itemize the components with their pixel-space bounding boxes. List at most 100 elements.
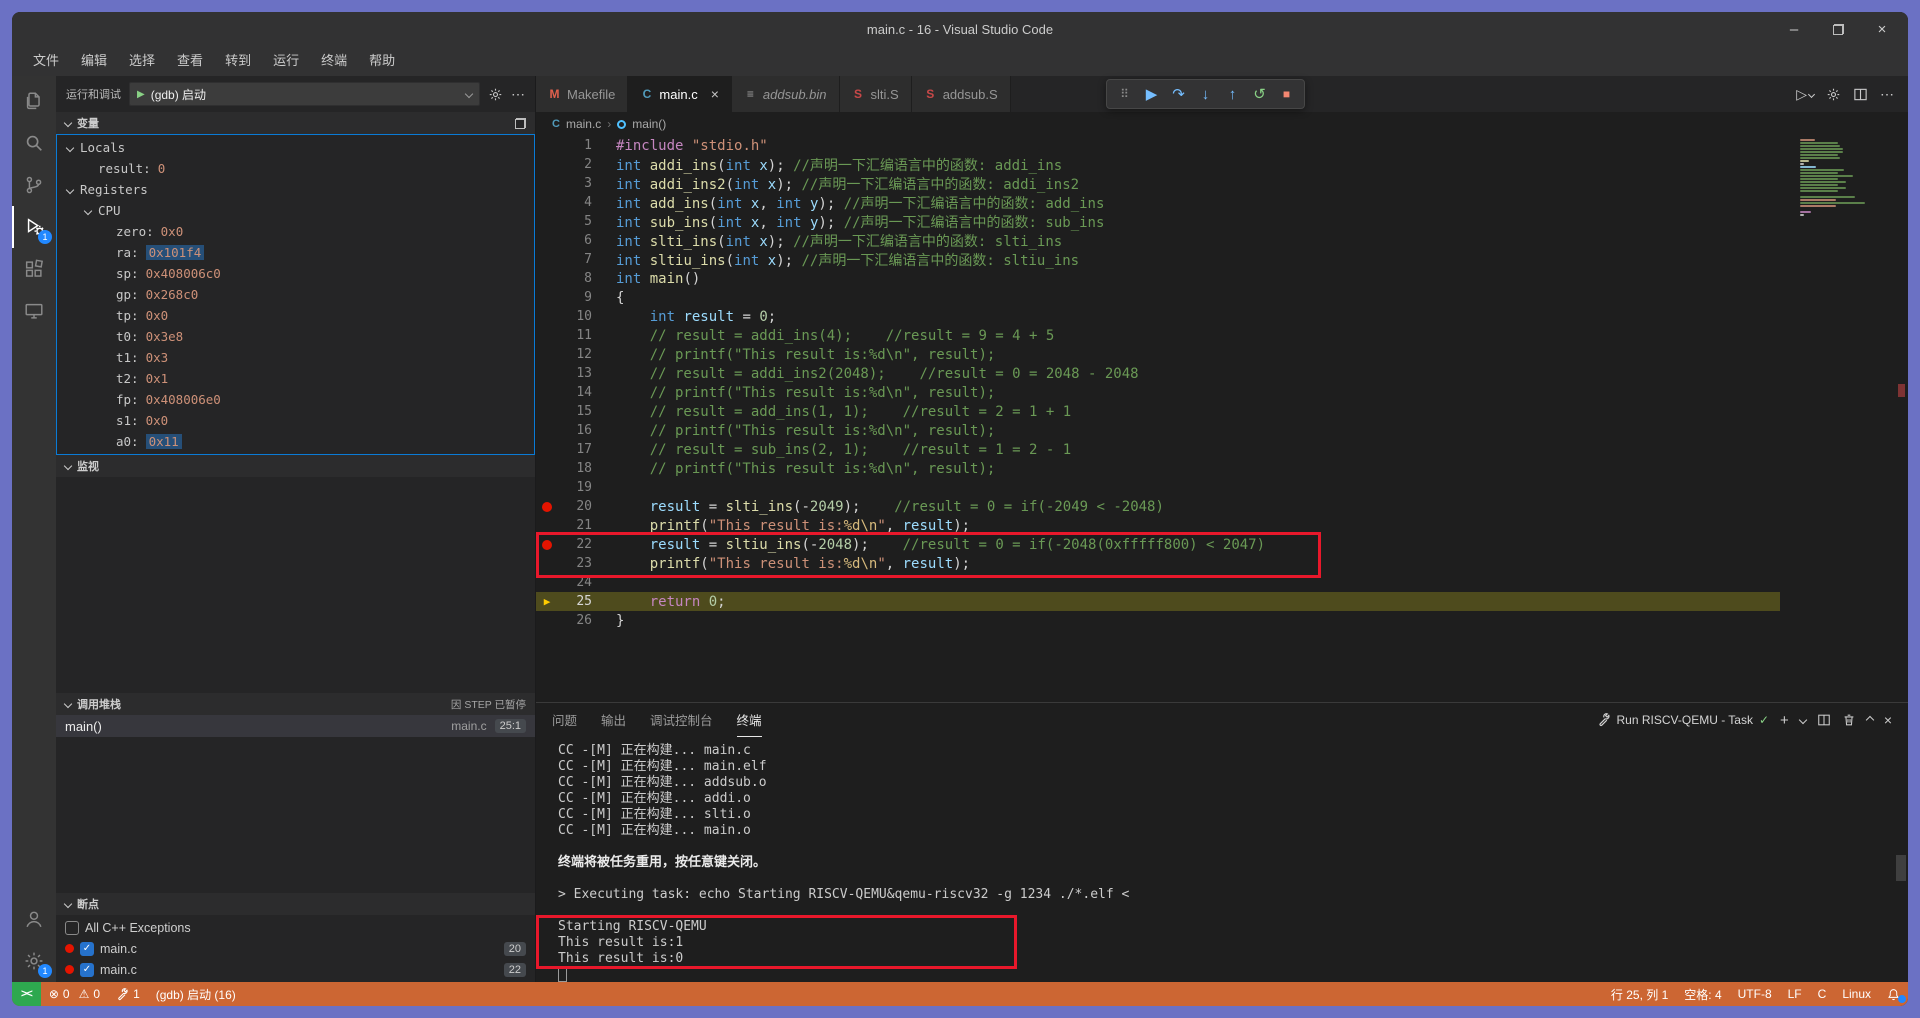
editor-tab-addsub.bin[interactable]: ≡addsub.bin (732, 76, 840, 112)
extensions-icon[interactable] (12, 248, 56, 290)
terminal-line: 终端将被任务重用，按任意键关闭。 (558, 855, 1908, 871)
code-editor[interactable]: 1#include "stdio.h"2int addi_ins(int x);… (536, 136, 1908, 702)
status-notifications[interactable] (1879, 982, 1908, 1006)
editor-breakpoint-icon[interactable] (542, 502, 552, 512)
editor-tab-addsub.S[interactable]: Saddsub.S (912, 76, 1011, 112)
new-terminal-icon[interactable]: + (1780, 712, 1789, 729)
breakpoint-row[interactable]: ✓main.c22 (56, 959, 535, 980)
variable-row[interactable]: ra:0x101f4 (57, 242, 534, 263)
breakpoints-section-header[interactable]: 断点 (56, 893, 535, 915)
variable-row[interactable]: Locals (57, 137, 534, 158)
split-terminal-icon[interactable] (1817, 713, 1831, 727)
variable-row[interactable]: zero:0x0 (57, 221, 534, 242)
breakpoint-row[interactable]: ✓main.c20 (56, 938, 535, 959)
step-over-icon[interactable]: ↷ (1166, 81, 1191, 107)
split-editor-icon[interactable] (1853, 87, 1868, 102)
restart-icon[interactable]: ↺ (1247, 81, 1272, 107)
panel-tab-问题[interactable]: 问题 (552, 703, 577, 737)
menu-item-3[interactable]: 查看 (166, 46, 214, 76)
menu-item-1[interactable]: 编辑 (70, 46, 118, 76)
menu-item-6[interactable]: 终端 (310, 46, 358, 76)
breakpoint-checkbox[interactable] (65, 921, 79, 935)
menu-item-7[interactable]: 帮助 (358, 46, 406, 76)
settings-gear-icon[interactable]: 1 (12, 940, 56, 982)
run-and-debug-icon[interactable]: 1 (12, 206, 56, 248)
variable-row[interactable]: gp:0x268c0 (57, 284, 534, 305)
status-os[interactable]: Linux (1834, 982, 1879, 1006)
editor-tab-slti.S[interactable]: Sslti.S (840, 76, 912, 112)
variable-row[interactable]: s1:0x0 (57, 410, 534, 431)
search-icon[interactable] (12, 122, 56, 164)
variables-views-icon[interactable] (515, 118, 526, 129)
launch-config-dropdown[interactable]: ▶ (gdb) 启动 (129, 82, 480, 106)
variable-row[interactable]: sp:0x408006c0 (57, 263, 534, 284)
remote-explorer-icon[interactable] (12, 290, 56, 332)
restore-button[interactable] (1816, 12, 1860, 46)
status-debug-session[interactable]: (gdb) 启动 (16) (148, 982, 244, 1006)
debug-settings-gear-icon[interactable] (488, 87, 503, 102)
variable-row[interactable]: CPU (57, 200, 534, 221)
menu-item-4[interactable]: 转到 (214, 46, 262, 76)
twisty-icon[interactable] (66, 143, 74, 151)
panel-tab-终端[interactable]: 终端 (737, 703, 762, 737)
editor-gear-icon[interactable] (1826, 87, 1841, 102)
terminal[interactable]: CC -[M] 正在构建... main.cCC -[M] 正在构建... ma… (536, 737, 1908, 982)
variable-row[interactable]: t1:0x3 (57, 347, 534, 368)
twisty-icon[interactable] (84, 206, 92, 214)
status-cursor-position[interactable]: 行 25, 列 1 (1603, 982, 1676, 1006)
panel-tab-调试控制台[interactable]: 调试控制台 (650, 703, 713, 737)
accounts-icon[interactable] (12, 898, 56, 940)
variable-row[interactable]: tp:0x0 (57, 305, 534, 326)
run-or-debug-icon[interactable]: ▷ (1796, 86, 1814, 103)
status-problems[interactable]: ⊗0⚠0 (41, 982, 108, 1006)
twisty-icon[interactable] (66, 185, 74, 193)
variable-row[interactable]: a0:0x11 (57, 431, 534, 452)
terminal-dropdown-icon[interactable] (1799, 716, 1807, 724)
variable-row[interactable]: Registers (57, 179, 534, 200)
minimap[interactable] (1798, 139, 1894, 217)
menu-item-0[interactable]: 文件 (22, 46, 70, 76)
close-button[interactable]: × (1860, 12, 1904, 46)
maximize-panel-icon[interactable] (1866, 716, 1874, 724)
callstack-section-header[interactable]: 调用堆栈 因 STEP 已暂停 (56, 693, 535, 715)
status-encoding[interactable]: UTF-8 (1730, 982, 1780, 1006)
step-out-icon[interactable]: ↑ (1220, 81, 1245, 107)
close-panel-icon[interactable]: × (1884, 712, 1892, 728)
status-running-tasks[interactable]: 1 (108, 982, 148, 1006)
minimize-button[interactable]: – (1772, 12, 1816, 46)
breadcrumb-file[interactable]: main.c (566, 117, 601, 131)
status-language[interactable]: C (1810, 982, 1835, 1006)
status-eol[interactable]: LF (1780, 982, 1810, 1006)
editor-tab-main.c[interactable]: Cmain.c× (628, 76, 731, 112)
variable-row[interactable]: t2:0x1 (57, 368, 534, 389)
panel-tab-输出[interactable]: 输出 (601, 703, 626, 737)
terminal-scrollbar[interactable] (1896, 855, 1906, 881)
source-control-icon[interactable] (12, 164, 56, 206)
breakpoint-checkbox[interactable]: ✓ (80, 942, 94, 956)
tab-close-icon[interactable]: × (711, 86, 719, 102)
continue-icon[interactable]: ▶ (1139, 81, 1164, 107)
start-debug-icon[interactable]: ▶ (137, 89, 145, 100)
breadcrumb-symbol[interactable]: main() (632, 117, 666, 131)
menu-item-5[interactable]: 运行 (262, 46, 310, 76)
more-actions-icon[interactable]: ⋯ (511, 86, 525, 103)
stop-icon[interactable]: ■ (1274, 81, 1299, 107)
variable-row[interactable]: result:0 (57, 158, 534, 179)
breakpoint-checkbox[interactable]: ✓ (80, 963, 94, 977)
kill-terminal-icon[interactable] (1842, 713, 1856, 727)
more-editor-actions-icon[interactable]: ⋯ (1880, 86, 1894, 103)
watch-section-header[interactable]: 监视 (56, 455, 535, 477)
variable-row[interactable]: fp:0x408006e0 (57, 389, 534, 410)
editor-tab-Makefile[interactable]: MMakefile (536, 76, 628, 112)
breakpoint-row[interactable]: All C++ Exceptions (56, 917, 535, 938)
step-into-icon[interactable]: ↓ (1193, 81, 1218, 107)
stack-frame-row[interactable]: main() main.c 25:1 (56, 715, 535, 737)
terminal-task-selector[interactable]: Run RISCV-QEMU - Task ✓ (1597, 713, 1770, 727)
menu-item-2[interactable]: 选择 (118, 46, 166, 76)
toolbar-drag-grip-icon[interactable]: ⠿ (1112, 81, 1137, 107)
explorer-icon[interactable] (12, 80, 56, 122)
status-indentation[interactable]: 空格: 4 (1676, 982, 1729, 1006)
variables-section-header[interactable]: 变量 (56, 112, 535, 134)
variable-row[interactable]: t0:0x3e8 (57, 326, 534, 347)
status-remote-indicator[interactable]: >< (12, 982, 41, 1006)
